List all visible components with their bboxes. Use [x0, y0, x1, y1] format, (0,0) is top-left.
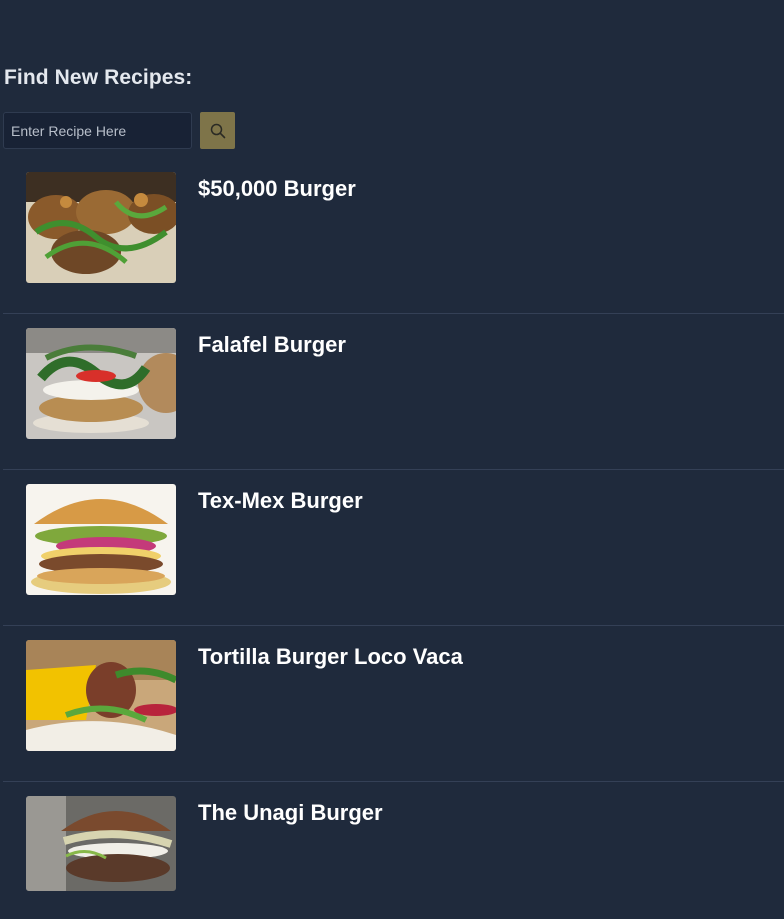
recipe-list-item[interactable]: $50,000 Burger: [3, 158, 784, 314]
recipe-list-item[interactable]: The Unagi Burger: [3, 782, 784, 919]
recipe-list: $50,000 Burger Falafel Burger Tex-Mex Bu…: [3, 158, 784, 919]
recipe-title[interactable]: Falafel Burger: [198, 332, 346, 358]
recipe-search-page: Find New Recipes: Enter Recipe Here $50,…: [0, 0, 784, 919]
recipe-title[interactable]: The Unagi Burger: [198, 800, 383, 826]
falafel-burger-photo: [26, 328, 176, 439]
recipe-thumbnail[interactable]: [26, 796, 176, 891]
page-title: Find New Recipes:: [4, 66, 193, 89]
tortilla-burger-photo: [26, 640, 176, 751]
recipe-title[interactable]: Tortilla Burger Loco Vaca: [198, 644, 463, 670]
tex-mex-burger-photo: [26, 484, 176, 595]
search-icon: [210, 123, 225, 138]
recipe-list-item[interactable]: Falafel Burger: [3, 314, 784, 470]
search-input[interactable]: [3, 112, 192, 149]
recipe-list-item[interactable]: Tortilla Burger Loco Vaca: [3, 626, 784, 782]
search-button[interactable]: [200, 112, 235, 149]
recipe-thumbnail[interactable]: [26, 172, 176, 283]
recipe-thumbnail[interactable]: [26, 328, 176, 439]
search-bar: [3, 112, 235, 149]
recipe-title[interactable]: Tex-Mex Burger: [198, 488, 363, 514]
recipe-title[interactable]: $50,000 Burger: [198, 176, 356, 202]
recipe-thumbnail[interactable]: [26, 484, 176, 595]
burger-with-arugula-photo: [26, 172, 176, 283]
recipe-thumbnail[interactable]: [26, 640, 176, 751]
unagi-burger-photo: [26, 796, 176, 891]
recipe-list-item[interactable]: Tex-Mex Burger: [3, 470, 784, 626]
